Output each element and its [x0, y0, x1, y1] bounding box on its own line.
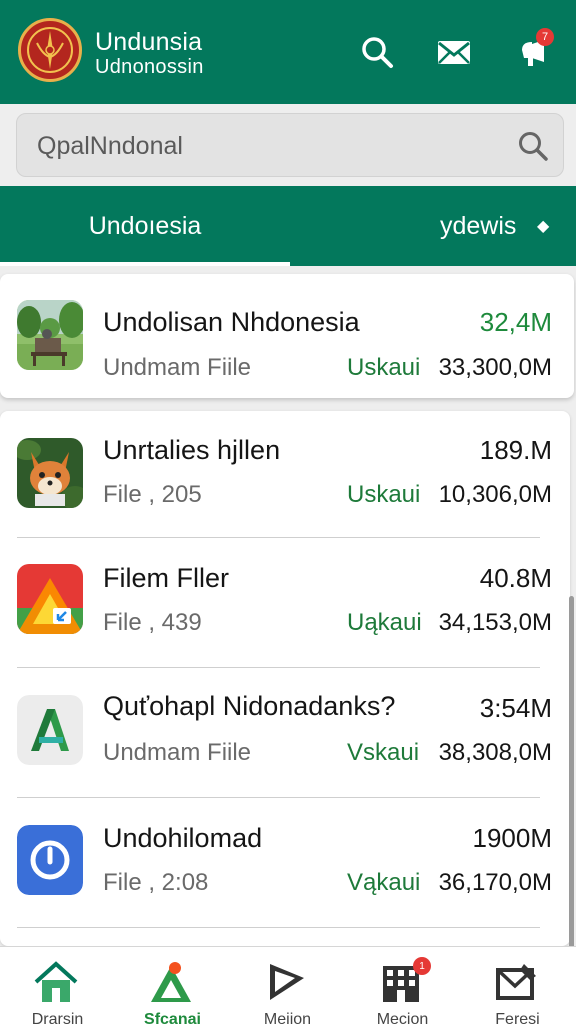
file-list: Undolisan Nhdonesia 32,4M Undmam Fiile U… [0, 266, 576, 966]
search-icon [362, 37, 393, 68]
search-input[interactable]: QpalNndonal [37, 132, 183, 161]
nav-item-feresi[interactable]: Feresi [460, 947, 575, 1024]
drive-icon [17, 564, 83, 634]
item-subtitle: Undmam Fiile [103, 354, 252, 381]
bottom-navigation: Drarsin Sfcanai Mejion 1 Mecion Feresi [0, 946, 576, 1024]
home-icon [28, 959, 84, 1005]
nav-label: Drarsin [31, 1011, 84, 1024]
nav-label: Mejion [263, 1011, 312, 1024]
item-name: Quťohарl Nidonadanks? [103, 691, 396, 721]
item-name: Undolisan Nhdonesia [103, 307, 360, 337]
list-card-featured: Undolisan Nhdonesia 32,4M Undmam Fiile U… [0, 274, 574, 398]
item-size: 189.M [479, 435, 552, 465]
item-size: 32,4M [479, 307, 552, 337]
item-tag: Uskaui [347, 354, 421, 381]
send-icon [258, 959, 314, 1005]
app-header: Undunsia Udnonossin 7 [0, 0, 576, 104]
nav-item-sfcanai[interactable]: Sfcanai [115, 947, 230, 1024]
green-a-icon [17, 695, 83, 765]
list-item[interactable]: Filem Fller 40.8M File , 439 Uąkaui 34,1… [0, 539, 570, 667]
notification-badge: 7 [536, 28, 554, 46]
item-name: Undohilomad [103, 823, 263, 853]
app-title: Undunsia [95, 28, 203, 56]
mail-icon [438, 41, 470, 64]
scrollbar[interactable] [569, 596, 574, 966]
item-size: 40.8M [479, 563, 552, 593]
nav-item-mecion[interactable]: 1 Mecion [345, 947, 460, 1024]
dropdown-icon[interactable]: ◆ [537, 216, 549, 236]
item-downloads: 34,153,0M [438, 609, 552, 636]
header-mail-button[interactable] [434, 32, 474, 72]
item-size: 1900M [472, 823, 553, 853]
header-title-block: Undunsia Udnonossin [95, 28, 204, 78]
tab-ydewis[interactable]: ydewis [440, 186, 516, 266]
item-size: 3:54M [479, 693, 552, 723]
search-bar[interactable]: QpalNndonal [16, 113, 564, 177]
nav-item-mejion[interactable]: Mejion [230, 947, 345, 1024]
list-card: Unrtalies hjllen 189.M File , 205 Uskaui… [0, 411, 570, 946]
divider [17, 537, 540, 538]
list-item[interactable]: Undolisan Nhdonesia 32,4M Undmam Fiile U… [0, 274, 570, 402]
item-downloads: 36,170,0M [438, 869, 552, 896]
fox-icon [17, 438, 83, 508]
divider [17, 927, 540, 928]
list-item[interactable]: Quťohарl Nidonadanks? 3:54M Undmam Fiile… [0, 669, 570, 797]
nav-label: Feresi [495, 1011, 540, 1024]
item-subtitle: File , 2:08 [103, 869, 209, 896]
emblem-icon [27, 27, 73, 73]
divider [17, 667, 540, 668]
item-downloads: 38,308,0M [438, 739, 552, 766]
tab-undoiesia[interactable]: Undoıesia [0, 186, 290, 266]
tab-bar: Undoıesia ydewis ◆ [0, 186, 576, 266]
item-downloads: 10,306,0M [438, 481, 552, 508]
compose-icon [488, 959, 544, 1005]
garden-photo-icon [17, 300, 83, 370]
item-downloads: 33,300,0M [438, 354, 552, 381]
item-name: Unrtalies hjllen [103, 435, 281, 465]
nav-label: Mecion [376, 1011, 429, 1024]
item-tag: Uskaui [347, 481, 421, 508]
item-name: Filem Fller [103, 563, 229, 593]
list-item[interactable]: Unrtalies hjllen 189.M File , 205 Uskaui… [0, 411, 570, 539]
app-logo[interactable] [18, 18, 82, 82]
nav-item-drarsin[interactable]: Drarsin [0, 947, 115, 1024]
divider [17, 797, 540, 798]
item-subtitle: File , 205 [103, 481, 202, 508]
item-subtitle: File , 439 [103, 609, 202, 636]
header-search-button[interactable] [357, 32, 397, 72]
item-tag: Vskaui [347, 739, 420, 766]
nav-label: Sfcanai [144, 1011, 201, 1024]
header-notification-button[interactable]: 7 [514, 28, 554, 72]
map-pin-icon [143, 959, 199, 1005]
item-tag: Vąkaui [347, 869, 421, 896]
clock-icon [17, 825, 83, 895]
list-item[interactable]: Undohilomad 1900M File , 2:08 Vąkaui 36,… [0, 799, 570, 927]
app-subtitle: Udnonossin [95, 56, 204, 78]
nav-badge: 1 [413, 957, 431, 975]
item-subtitle: Undmam Fiile [103, 739, 252, 766]
search-icon[interactable] [515, 128, 551, 164]
item-tag: Uąkaui [347, 609, 422, 636]
